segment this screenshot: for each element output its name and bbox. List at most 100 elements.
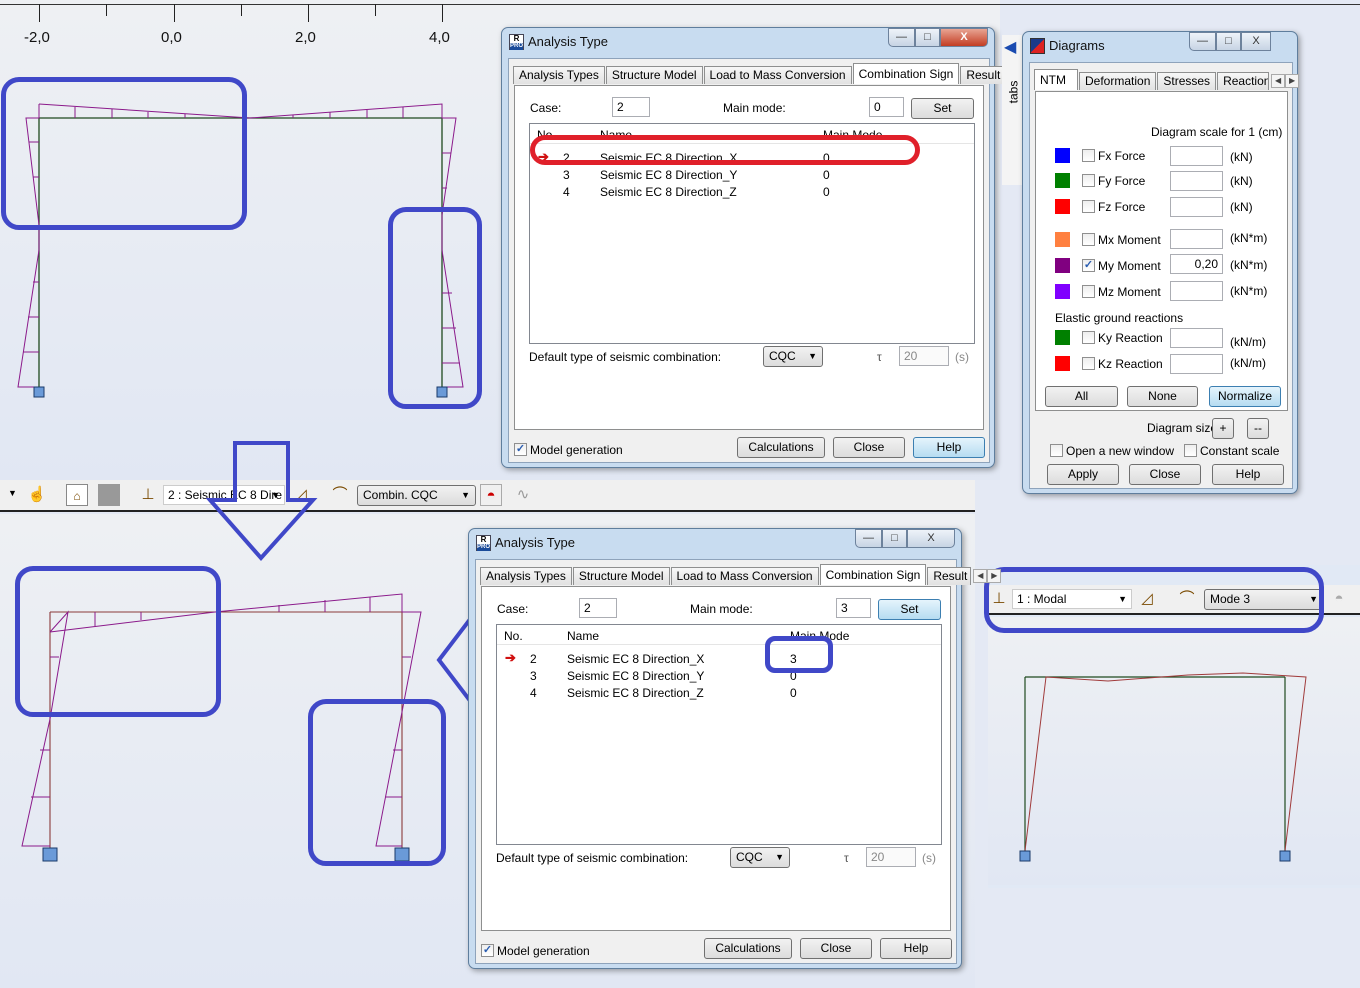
calculations-button[interactable]: Calculations — [737, 437, 825, 458]
tab-combination-sign[interactable]: Combination Sign — [852, 63, 960, 84]
minimize-button[interactable]: — — [855, 529, 882, 548]
load-case-icon[interactable]: ⊥ — [137, 484, 159, 506]
main-mode-input[interactable]: 3 — [836, 598, 871, 618]
arrow-left-icon[interactable]: ◀ — [1004, 37, 1016, 57]
help-button[interactable]: Help — [880, 938, 952, 959]
diagrams-logo-icon — [1030, 38, 1045, 54]
fx-checkbox[interactable] — [1082, 149, 1095, 162]
mz-scale-input[interactable] — [1170, 281, 1223, 301]
tab-scroll-right-icon[interactable]: ▶ — [1285, 74, 1300, 88]
tau-input[interactable]: 20 — [866, 847, 916, 867]
tab-deformation[interactable]: Deformation — [1079, 72, 1157, 90]
tab-load-to-mass[interactable]: Load to Mass Conversion — [670, 567, 819, 585]
main-mode-input[interactable]: 0 — [869, 97, 904, 117]
column-no[interactable]: No. — [504, 629, 523, 643]
tab-ntm[interactable]: NTM — [1034, 69, 1078, 90]
model-generation-checkbox[interactable]: ✓ — [481, 944, 494, 957]
tab-result[interactable]: Result F — [927, 567, 972, 585]
case-input[interactable]: 2 — [579, 598, 617, 618]
tab-result[interactable]: Result F — [960, 66, 1005, 84]
column-name[interactable]: Name — [567, 629, 599, 643]
tab-combination-sign[interactable]: Combination Sign — [819, 564, 927, 585]
tau-input[interactable]: 20 — [899, 346, 949, 366]
open-new-window-checkbox[interactable] — [1050, 444, 1063, 457]
tab-analysis-types[interactable]: Analysis Types — [480, 567, 572, 585]
ky-checkbox[interactable] — [1082, 331, 1095, 344]
color-swatch — [1055, 258, 1070, 273]
apply-button[interactable]: Apply — [1047, 464, 1119, 485]
chevron-down-icon: ▼ — [461, 490, 470, 500]
chevron-down-icon[interactable]: ▼ — [8, 488, 17, 498]
constant-scale-checkbox[interactable] — [1184, 444, 1197, 457]
tab-scroll-left-icon[interactable]: ◀ — [973, 569, 988, 583]
my-scale-input[interactable]: 0,20 — [1170, 254, 1223, 274]
diagrams-side-tab[interactable]: ◀ tabs — [1002, 35, 1024, 185]
tab-structure-model[interactable]: Structure Model — [605, 66, 703, 84]
tab-scroll-right-icon[interactable]: ▶ — [987, 569, 1002, 583]
maximize-button[interactable]: □ — [1216, 32, 1241, 51]
open-new-window-label: Open a new window — [1066, 444, 1175, 458]
analysis-type-dialog-bottom: R PRO Analysis Type — □ X Analysis Types … — [468, 528, 1002, 969]
tab-scroll-left-icon[interactable]: ◀ — [1271, 74, 1286, 88]
frame-view-icon[interactable]: ⌂ — [66, 484, 88, 506]
all-button[interactable]: All — [1045, 386, 1118, 407]
tab-reactions[interactable]: Reactions — [1217, 72, 1270, 90]
kz-checkbox[interactable] — [1082, 357, 1095, 370]
case-input[interactable]: 2 — [612, 97, 650, 117]
deformation-help-icon[interactable]: ⌒ — [329, 484, 351, 506]
close-icon[interactable]: X — [1241, 32, 1271, 51]
maximize-button[interactable]: □ — [915, 28, 940, 47]
map-icon: ◓ — [1334, 590, 1344, 607]
close-button[interactable]: Close — [833, 437, 905, 458]
tab-analysis-types[interactable]: Analysis Types — [513, 66, 605, 84]
close-icon[interactable]: X — [907, 529, 955, 548]
diagram-size-plus-button[interactable]: + — [1212, 418, 1234, 439]
close-button[interactable]: Close — [1129, 464, 1201, 485]
minimize-button[interactable]: — — [1189, 32, 1216, 51]
none-button[interactable]: None — [1127, 386, 1198, 407]
diagram-size-minus-button[interactable]: -- — [1247, 418, 1269, 439]
down-arrow-annotation — [205, 441, 318, 562]
tab-stresses[interactable]: Stresses — [1157, 72, 1217, 90]
my-checkbox[interactable]: ✓ — [1082, 259, 1095, 272]
set-button[interactable]: Set — [911, 98, 974, 119]
tab-load-to-mass[interactable]: Load to Mass Conversion — [703, 66, 852, 84]
combination-type-select[interactable]: CQC ▼ — [730, 847, 790, 868]
list-item[interactable]: 3 Seismic EC 8 Direction_Y 0 — [497, 668, 941, 685]
list-item[interactable]: 3 Seismic EC 8 Direction_Y 0 — [530, 167, 974, 184]
combination-type-select[interactable]: CQC ▼ — [763, 346, 823, 367]
mz-checkbox[interactable] — [1082, 285, 1095, 298]
kz-scale-input[interactable] — [1170, 354, 1223, 374]
wave-icon[interactable]: ∿ — [512, 484, 534, 506]
help-button[interactable]: Help — [1212, 464, 1284, 485]
normalize-button[interactable]: Normalize — [1209, 386, 1281, 407]
elastic-ground-label: Elastic ground reactions — [1055, 311, 1184, 325]
tab-structure-model[interactable]: Structure Model — [572, 567, 670, 585]
list-item[interactable]: 4 Seismic EC 8 Direction_Z 0 — [530, 184, 974, 201]
fx-scale-input[interactable] — [1170, 146, 1223, 166]
fz-checkbox[interactable] — [1082, 200, 1095, 213]
list-item[interactable]: ➔ 2 Seismic EC 8 Direction_X 3 — [497, 650, 941, 668]
list-item[interactable]: 4 Seismic EC 8 Direction_Z 0 — [497, 685, 941, 702]
map-icon[interactable]: ◓ — [480, 484, 502, 506]
hand-help-icon[interactable]: ☝ — [26, 484, 48, 506]
dialog-body: Analysis Types Structure Model Load to M… — [475, 559, 1002, 964]
fy-scale-input[interactable] — [1170, 171, 1223, 191]
help-button[interactable]: Help — [913, 437, 985, 458]
tau-unit: (s) — [955, 350, 969, 364]
set-button[interactable]: Set — [878, 599, 941, 620]
close-button[interactable]: Close — [800, 938, 872, 959]
ky-scale-input[interactable] — [1170, 328, 1223, 348]
dialog-title: Diagrams — [1049, 38, 1105, 53]
maximize-button[interactable]: □ — [882, 529, 907, 548]
mx-scale-input[interactable] — [1170, 229, 1223, 249]
fz-scale-input[interactable] — [1170, 197, 1223, 217]
calculations-button[interactable]: Calculations — [704, 938, 792, 959]
fy-checkbox[interactable] — [1082, 174, 1095, 187]
close-icon[interactable]: X — [940, 28, 988, 47]
mode-shape-view[interactable] — [988, 617, 1360, 885]
combination-select[interactable]: Combin. CQC ▼ — [357, 485, 476, 506]
model-generation-checkbox[interactable]: ✓ — [514, 443, 527, 456]
minimize-button[interactable]: — — [888, 28, 915, 47]
mx-checkbox[interactable] — [1082, 233, 1095, 246]
